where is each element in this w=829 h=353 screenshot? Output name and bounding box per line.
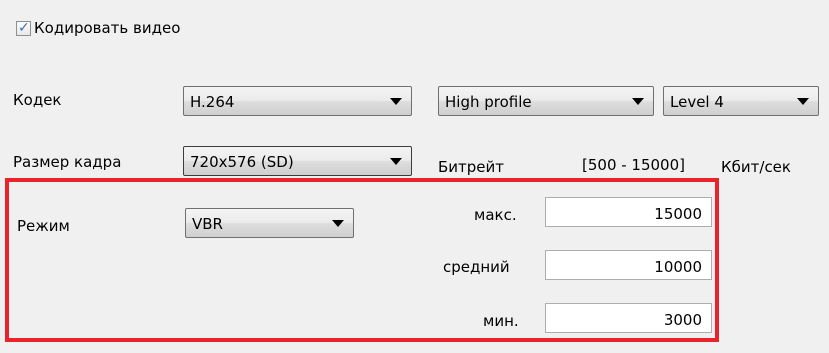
bitrate-max-label: макс.	[474, 206, 517, 224]
mode-label: Режим	[17, 217, 70, 235]
encode-video-checkbox[interactable]: ✓	[16, 20, 31, 36]
bitrate-avg-label: средний	[443, 258, 510, 276]
checkmark-icon: ✓	[18, 20, 30, 36]
bitrate-min-input[interactable]	[545, 303, 712, 333]
bitrate-min-label: мин.	[483, 312, 519, 330]
encode-video-label[interactable]: Кодировать видео	[34, 18, 180, 38]
mode-dropdown[interactable]: VBR	[185, 208, 354, 238]
bitrate-avg-input[interactable]	[545, 250, 712, 280]
codec-dropdown[interactable]: H.264	[183, 86, 412, 116]
frame-size-dropdown[interactable]: 720x576 (SD)	[183, 146, 412, 176]
level-value: Level 4	[670, 93, 724, 111]
bitrate-label: Битрейт	[438, 158, 505, 176]
mode-value: VBR	[192, 215, 223, 233]
bitrate-range: [500 - 15000]	[582, 156, 686, 174]
chevron-down-icon	[390, 98, 402, 105]
chevron-down-icon	[797, 98, 809, 105]
bitrate-unit: Кбит/сек	[721, 158, 791, 176]
frame-size-value: 720x576 (SD)	[190, 153, 294, 171]
codec-label: Кодек	[13, 91, 62, 109]
chevron-down-icon	[390, 158, 402, 165]
bitrate-max-input[interactable]	[545, 197, 712, 227]
chevron-down-icon	[332, 220, 344, 227]
frame-size-label: Размер кадра	[13, 153, 122, 171]
profile-value: High profile	[445, 93, 532, 111]
level-dropdown[interactable]: Level 4	[663, 86, 819, 116]
codec-value: H.264	[190, 93, 235, 111]
profile-dropdown[interactable]: High profile	[438, 86, 654, 116]
chevron-down-icon	[632, 98, 644, 105]
